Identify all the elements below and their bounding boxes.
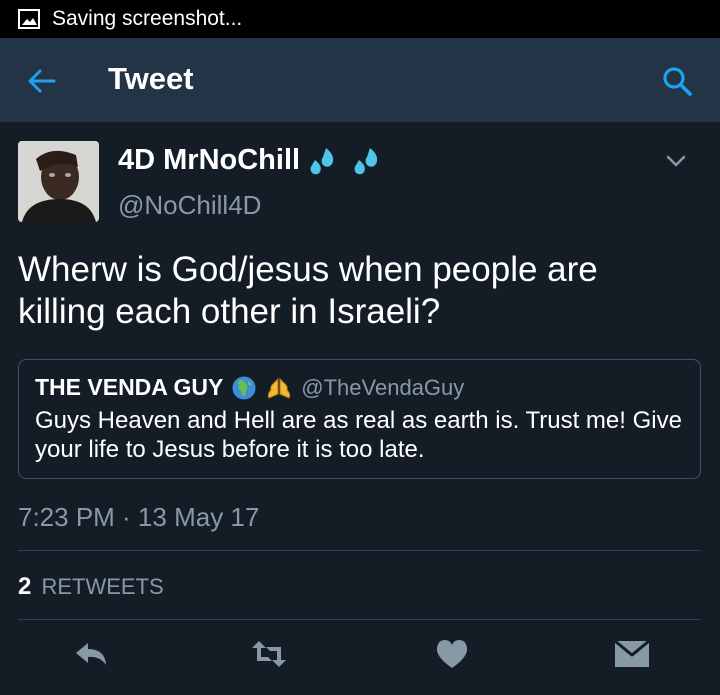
- quoted-tweet[interactable]: THE VENDA GUY @TheVendaGuy Guys Heaven a…: [18, 359, 701, 479]
- app-bar: Tweet: [0, 38, 720, 122]
- quoted-author-handle: @TheVendaGuy: [301, 374, 465, 400]
- reply-icon[interactable]: [72, 637, 110, 671]
- search-icon[interactable]: [660, 64, 694, 98]
- author-handle[interactable]: @NoChill4D: [118, 190, 261, 221]
- retweet-icon[interactable]: [250, 637, 288, 671]
- arrow-left-icon[interactable]: [24, 64, 58, 98]
- like-heart-icon[interactable]: [433, 637, 471, 671]
- retweet-count: 2: [18, 573, 32, 600]
- tweet-text: Wherw is God/jesus when people are killi…: [18, 249, 698, 333]
- status-text: Saving screenshot...: [52, 7, 243, 30]
- avatar[interactable]: [18, 141, 99, 222]
- sweat-droplets-icon: [310, 147, 334, 174]
- quoted-author-emoji: [231, 375, 293, 401]
- status-bar: Saving screenshot...: [0, 0, 720, 38]
- author-name[interactable]: 4D MrNoChill: [118, 144, 300, 177]
- chevron-down-icon[interactable]: [662, 150, 690, 172]
- tweet-text-line: Wherw is God/jesus when people are: [18, 250, 598, 289]
- quoted-author-name: THE VENDA GUY: [35, 374, 224, 400]
- quoted-tweet-header: THE VENDA GUY @TheVendaGuy: [35, 374, 464, 401]
- quoted-tweet-text: Guys Heaven and Hell are as real as eart…: [35, 406, 685, 464]
- tweet-timestamp: 7:23 PM · 13 May 17: [18, 502, 260, 532]
- author-emoji: [306, 146, 380, 176]
- avatar-photo: [18, 141, 99, 222]
- praying-hands-icon: [268, 377, 291, 399]
- quoted-text-line: your life to Jesus before it is too late…: [35, 436, 425, 463]
- quoted-text-line: Guys Heaven and Hell are as real as eart…: [35, 407, 682, 434]
- image-icon: [18, 9, 40, 29]
- sweat-droplets-icon: [354, 147, 378, 174]
- globe-africa-icon: [232, 376, 256, 399]
- retweet-label: RETWEETS: [41, 574, 164, 599]
- retweet-count-link[interactable]: 2 RETWEETS: [18, 573, 164, 601]
- direct-message-icon[interactable]: [613, 637, 651, 671]
- author-row: 4D MrNoChill: [118, 144, 380, 177]
- divider: [18, 550, 701, 551]
- divider: [18, 619, 701, 620]
- tweet-text-line: killing each other in Israeli?: [18, 292, 441, 331]
- page-title: Tweet: [108, 61, 194, 96]
